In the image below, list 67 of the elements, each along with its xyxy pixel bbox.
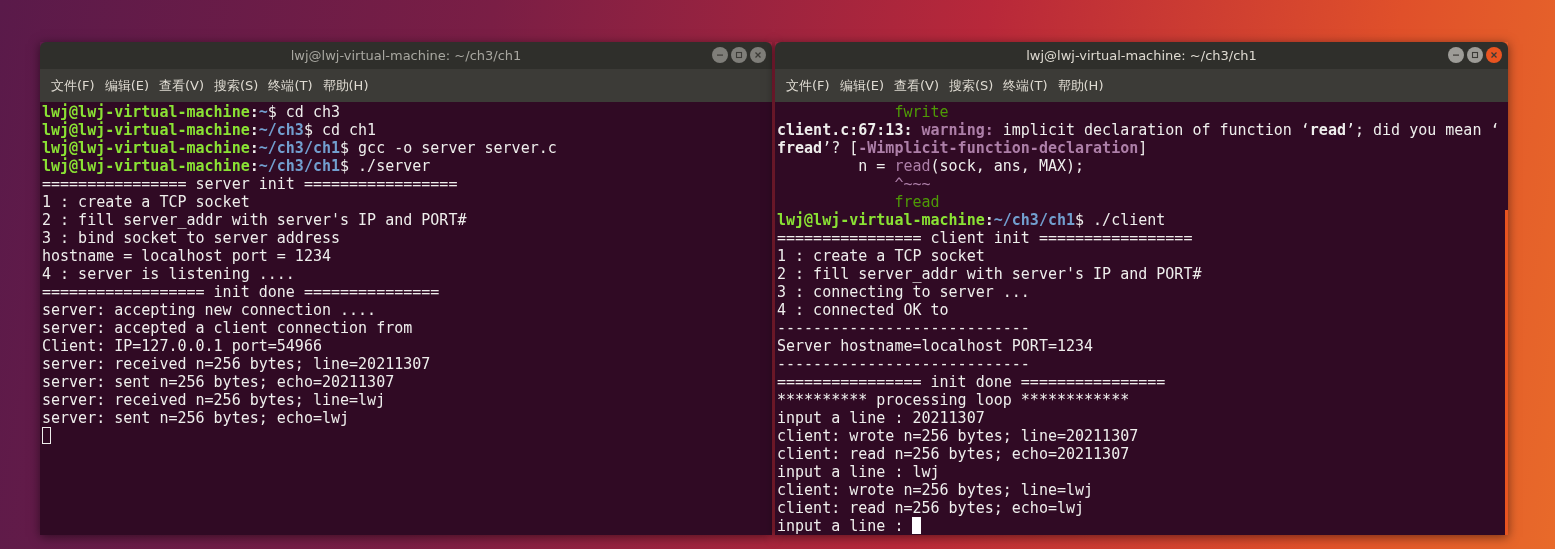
terminal-line: Server hostname=localhost PORT=1234 bbox=[777, 337, 1095, 355]
terminal-line: server: received n=256 bytes; line=lwj bbox=[42, 391, 387, 409]
terminal-line: lwj@lwj-virtual-machine:~/ch3/ch1$ ./server bbox=[42, 157, 432, 175]
terminal-line: server: accepted a client connection from bbox=[42, 319, 414, 337]
terminal-line: fread bbox=[893, 193, 941, 211]
close-button[interactable] bbox=[750, 47, 766, 63]
terminal-line: Client: IP=127.0.0.1 port=54966 bbox=[42, 337, 323, 355]
minimize-button[interactable] bbox=[1448, 47, 1464, 63]
terminal-line: 2 : fill server_addr with server's IP and PORT# bbox=[777, 265, 1203, 283]
terminal-line: lwj@lwj-virtual-machine:~/ch3$ cd ch1 bbox=[42, 121, 378, 139]
terminal-line: client: wrote n=256 bytes; line=lwj bbox=[777, 481, 1095, 499]
menu-item[interactable]: 帮助(H) bbox=[317, 76, 374, 95]
menu-item[interactable]: 搜索(S) bbox=[944, 76, 999, 95]
menu-item[interactable]: 文件(F) bbox=[46, 76, 100, 95]
terminal-line: lwj@lwj-virtual-machine:~$ cd ch3 bbox=[42, 103, 342, 121]
menu-item[interactable]: 终端(T) bbox=[263, 76, 318, 95]
terminal-line: 1 : create a TCP socket bbox=[777, 247, 986, 265]
terminal-line: 3 : connecting to server ... bbox=[777, 283, 1031, 301]
terminal-line: server: sent n=256 bytes; echo=lwj bbox=[42, 409, 351, 427]
maximize-icon bbox=[1471, 51, 1479, 59]
terminal-line: ================== init done =============== bbox=[42, 283, 441, 301]
close-icon bbox=[754, 51, 762, 59]
terminal-line: input a line : bbox=[777, 517, 1506, 535]
menu-item[interactable]: 查看(V) bbox=[889, 76, 945, 95]
terminal-line: 4 : server is listening .... bbox=[42, 265, 296, 283]
terminal-line: ********** processing loop ************ bbox=[777, 391, 1131, 409]
terminal-line: 1 : create a TCP socket bbox=[42, 193, 251, 211]
terminal-line: lwj@lwj-virtual-machine:~/ch3/ch1$ gcc -o server server.c bbox=[42, 139, 558, 157]
terminal-line: lwj@lwj-virtual-machine:~/ch3/ch1$ ./client bbox=[777, 211, 1167, 229]
window-title: lwj@lwj-virtual-machine: ~/ch3/ch1 bbox=[1026, 48, 1257, 63]
menu-item[interactable]: 终端(T) bbox=[998, 76, 1053, 95]
terminal-line: ================ server init ================= bbox=[42, 175, 459, 193]
terminal-line: server: received n=256 bytes; line=20211307 bbox=[42, 355, 432, 373]
maximize-button[interactable] bbox=[731, 47, 747, 63]
maximize-button[interactable] bbox=[1467, 47, 1483, 63]
terminal-line: hostname = localhost port = 1234 bbox=[42, 247, 332, 265]
terminal-line: fwrite bbox=[893, 103, 950, 121]
terminal-line: client: read n=256 bytes; echo=20211307 bbox=[777, 445, 1131, 463]
maximize-icon bbox=[735, 51, 743, 59]
menu-item[interactable]: 文件(F) bbox=[781, 76, 835, 95]
terminal-line: ^~~~ bbox=[893, 175, 932, 193]
terminal-line: ================ client init ================= bbox=[777, 229, 1194, 247]
minimize-button[interactable] bbox=[712, 47, 728, 63]
terminal-line: n = read(sock, ans, MAX); bbox=[857, 157, 1086, 175]
terminal-line: ================ init done ================ bbox=[777, 373, 1167, 391]
terminal-line: server: sent n=256 bytes; echo=20211307 bbox=[42, 373, 396, 391]
close-button[interactable] bbox=[1486, 47, 1502, 63]
terminal-line: client: read n=256 bytes; echo=lwj bbox=[777, 499, 1086, 517]
terminal-line: 2 : fill server_addr with server's IP and PORT# bbox=[42, 211, 468, 229]
terminal-line: 3 : bind socket to server address bbox=[42, 229, 341, 247]
menu-item[interactable]: 编辑(E) bbox=[834, 76, 889, 95]
scrollbar[interactable] bbox=[1505, 210, 1508, 535]
terminal-line: input a line : 20211307 bbox=[777, 409, 986, 427]
terminal-line: 4 : connected OK to bbox=[777, 301, 950, 319]
menu-item[interactable]: 搜索(S) bbox=[209, 76, 264, 95]
terminal-line: client.c:67:13: warning: implicit declaration of function ‘read’; did you mean ‘ bbox=[777, 121, 1501, 139]
window-title: lwj@lwj-virtual-machine: ~/ch3/ch1 bbox=[290, 48, 522, 63]
close-icon bbox=[1490, 51, 1498, 59]
terminal-line: input a line : lwj bbox=[777, 463, 941, 481]
terminal-line: fread’? [-Wimplicit-function-declaration] bbox=[777, 139, 1149, 157]
menu-item[interactable]: 查看(V) bbox=[154, 76, 210, 95]
menu-item[interactable]: 编辑(E) bbox=[99, 76, 154, 95]
terminal-line: ---------------------------- bbox=[777, 319, 1031, 337]
terminal-line: client: wrote n=256 bytes; line=20211307 bbox=[777, 427, 1140, 445]
menu-item[interactable]: 帮助(H) bbox=[1052, 76, 1109, 95]
terminal-line: server: accepting new connection .... bbox=[42, 301, 378, 319]
terminal-line: ---------------------------- bbox=[777, 355, 1031, 373]
